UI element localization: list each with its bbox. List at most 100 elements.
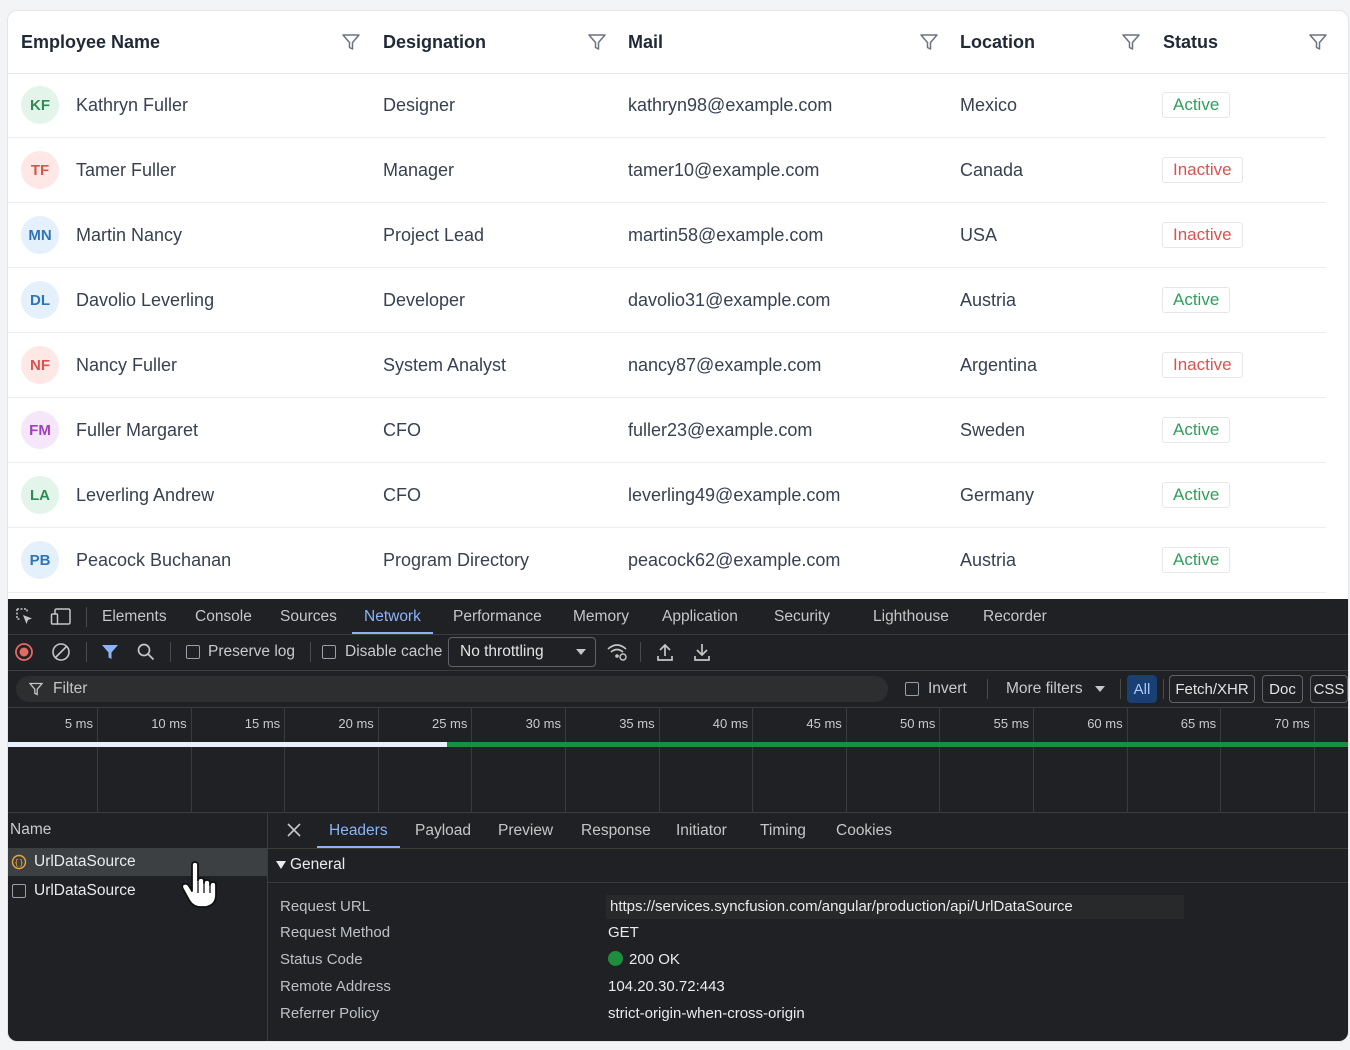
svg-text:{}: {} xyxy=(14,858,24,867)
upload-icon[interactable] xyxy=(654,641,676,663)
table-row[interactable]: KF Kathryn Fuller Designer kathryn98@exampl… xyxy=(8,73,1326,138)
tab-headers[interactable]: Headers xyxy=(317,812,400,848)
table-row[interactable]: TF Tamer Fuller Manager tamer10@example.com… xyxy=(8,138,1326,203)
toolbar-separator xyxy=(1120,679,1121,699)
status-badge: Active xyxy=(1162,92,1231,118)
tab-recorder[interactable]: Recorder xyxy=(983,599,1047,634)
column-header-location[interactable]: Location xyxy=(960,11,1141,73)
tab-application[interactable]: Application xyxy=(662,599,738,634)
tab-network[interactable]: Network xyxy=(352,599,433,634)
referrer-policy-value: strict-origin-when-cross-origin xyxy=(608,1005,805,1022)
table-row[interactable]: NF Nancy Fuller System Analyst nancy87@exam… xyxy=(8,333,1326,398)
filter-icon[interactable] xyxy=(1308,32,1328,52)
search-icon[interactable] xyxy=(135,641,157,663)
request-row[interactable]: UrlDataSource xyxy=(8,877,267,905)
tab-lighthouse[interactable]: Lighthouse xyxy=(873,599,949,634)
record-icon[interactable] xyxy=(13,641,35,663)
tab-initiator[interactable]: Initiator xyxy=(676,812,727,848)
network-conditions-icon[interactable] xyxy=(605,641,629,663)
table-row[interactable]: DL Davolio Leverling Developer davolio31@ex… xyxy=(8,268,1326,333)
filter-input[interactable]: Filter xyxy=(16,676,888,702)
tab-preview[interactable]: Preview xyxy=(498,812,553,848)
timeline-overview[interactable]: 5 ms 10 ms 15 ms 20 ms 25 ms 30 ms 35 ms 40 ms 4… xyxy=(8,708,1348,813)
status-badge: Inactive xyxy=(1162,157,1243,183)
timeline-tick-label: 65 ms xyxy=(1180,716,1217,731)
tab-payload[interactable]: Payload xyxy=(415,812,471,848)
employee-grid: Employee Name Designation Mail Location … xyxy=(8,11,1348,599)
filter-chip-fetch-xhr[interactable]: Fetch/XHR xyxy=(1169,675,1255,703)
close-icon[interactable] xyxy=(285,821,303,839)
filter-icon[interactable] xyxy=(99,641,121,663)
table-row[interactable]: PB Peacock Buchanan Program Directory peaco… xyxy=(8,528,1326,593)
filter-icon[interactable] xyxy=(919,32,939,52)
cell-designation: Manager xyxy=(383,159,455,180)
column-header-mail[interactable]: Mail xyxy=(628,11,939,73)
filter-icon xyxy=(28,681,44,697)
more-filters-dropdown[interactable]: More filters xyxy=(1006,680,1083,698)
request-row[interactable]: {} UrlDataSource xyxy=(8,848,267,876)
inspect-element-icon[interactable] xyxy=(14,606,36,628)
cell-location: Argentina xyxy=(960,354,1038,375)
timeline-gridline xyxy=(752,708,754,812)
devtools-tab-bar: Elements Console Sources Network Perform… xyxy=(8,599,1348,635)
timeline-tick-label: 70 ms xyxy=(1274,716,1310,731)
employee-name: Martin Nancy xyxy=(76,224,183,245)
table-row[interactable]: LA Leverling Andrew CFO leverling49@example… xyxy=(8,463,1326,528)
tab-security[interactable]: Security xyxy=(774,599,830,634)
cell-status: Active xyxy=(1162,463,1323,527)
devtools-panel: Elements Console Sources Network Perform… xyxy=(8,599,1348,1041)
cell-mail: fuller23@example.com xyxy=(628,419,813,440)
timeline-tick-label: 35 ms xyxy=(619,716,655,731)
table-row[interactable]: FM Fuller Margaret CFO fuller23@example.com… xyxy=(8,398,1326,463)
tab-memory[interactable]: Memory xyxy=(573,599,629,634)
request-detail-pane: Headers Payload Preview Response Initiat… xyxy=(268,812,1348,1041)
download-icon[interactable] xyxy=(691,641,713,663)
avatar: KF xyxy=(21,86,59,124)
toolbar-separator xyxy=(1163,679,1164,699)
preserve-log-checkbox[interactable] xyxy=(186,645,200,659)
general-section-header[interactable]: General xyxy=(268,848,1348,883)
column-header-status[interactable]: Status xyxy=(1163,11,1328,73)
filter-chip-doc[interactable]: Doc xyxy=(1262,675,1303,703)
tab-sources[interactable]: Sources xyxy=(280,599,337,634)
cell-name: NF Nancy Fuller xyxy=(8,333,368,397)
employee-name: Nancy Fuller xyxy=(76,354,178,375)
status-code-value: 200 OK xyxy=(629,951,680,968)
cell-status: Active xyxy=(1162,73,1323,137)
avatar: TF xyxy=(21,151,59,189)
timeline-gridline xyxy=(1313,708,1315,812)
column-header-label: Employee Name xyxy=(21,31,161,52)
status-badge: Active xyxy=(1162,417,1231,443)
filter-icon[interactable] xyxy=(341,32,361,52)
cell-location: Canada xyxy=(960,159,1024,180)
tab-console[interactable]: Console xyxy=(195,599,252,634)
device-toolbar-icon[interactable] xyxy=(50,606,72,628)
filter-icon[interactable] xyxy=(587,32,607,52)
employee-name: Leverling Andrew xyxy=(76,484,215,505)
column-header-designation[interactable]: Designation xyxy=(383,11,607,73)
timeline-tick-label: 10 ms xyxy=(151,716,187,731)
tab-timing[interactable]: Timing xyxy=(760,812,806,848)
tab-response[interactable]: Response xyxy=(581,812,651,848)
table-row[interactable]: MN Martin Nancy Project Lead martin58@examp… xyxy=(8,203,1326,268)
name-column-header[interactable]: Name xyxy=(10,821,51,839)
tab-elements[interactable]: Elements xyxy=(102,599,167,634)
throttling-select[interactable]: No throttling xyxy=(448,637,596,667)
filter-icon[interactable] xyxy=(1121,32,1141,52)
toolbar-separator xyxy=(987,679,988,699)
clear-icon[interactable] xyxy=(50,641,72,663)
tab-cookies[interactable]: Cookies xyxy=(836,812,892,848)
timeline-gridline xyxy=(658,708,660,812)
timeline-tick-label: 5 ms xyxy=(64,716,93,731)
timeline-gridline xyxy=(284,708,286,812)
invert-checkbox[interactable] xyxy=(905,682,919,696)
column-header-employee-name[interactable]: Employee Name xyxy=(21,11,361,73)
cell-name: FM Fuller Margaret xyxy=(8,398,368,462)
cell-designation: Developer xyxy=(383,289,466,310)
filter-chip-all[interactable]: All xyxy=(1127,675,1157,703)
filter-chip-css[interactable]: CSS xyxy=(1310,675,1348,703)
disable-cache-checkbox[interactable] xyxy=(322,645,336,659)
tab-performance[interactable]: Performance xyxy=(453,599,542,634)
request-method-value: GET xyxy=(608,924,639,941)
app-frame: Employee Name Designation Mail Location … xyxy=(7,10,1349,1042)
